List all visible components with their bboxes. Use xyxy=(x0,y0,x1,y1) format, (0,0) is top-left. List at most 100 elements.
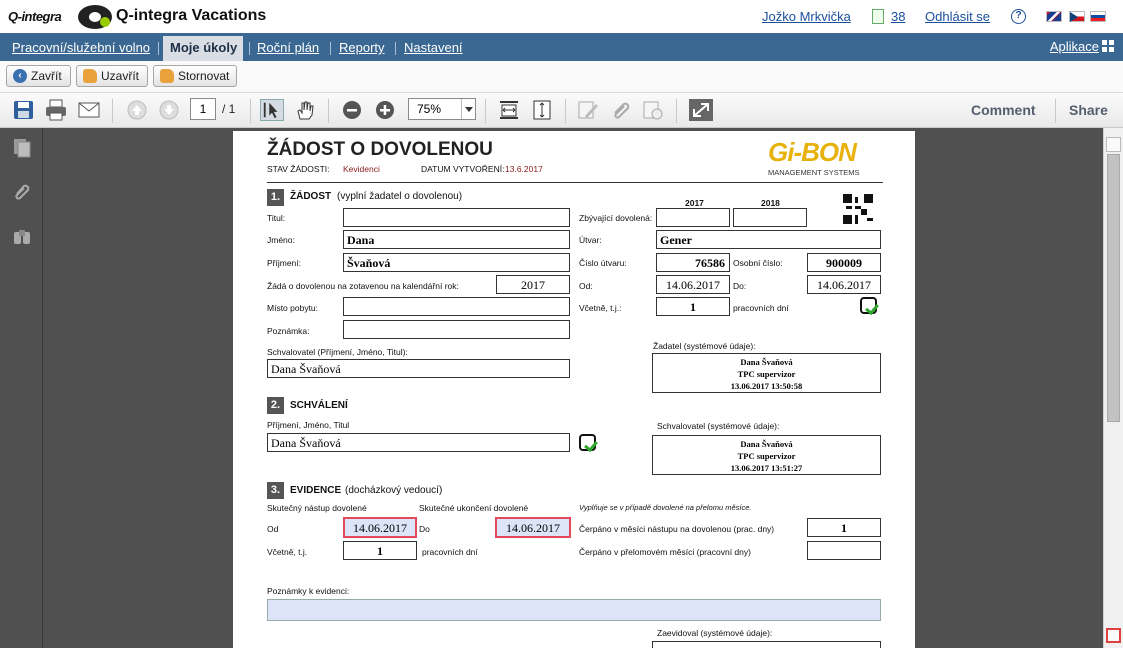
vertical-scrollbar[interactable] xyxy=(1103,128,1123,648)
lock-button[interactable]: Uzavřít xyxy=(76,65,148,87)
zaevidoval-info-box xyxy=(652,641,881,648)
sec2-field-label: Příjmení, Jméno, Titul xyxy=(267,420,350,430)
created-value: 13.6.2017 xyxy=(505,164,543,174)
rok-field[interactable]: 2017 xyxy=(496,275,570,294)
nav-item-reporty[interactable]: Reporty xyxy=(339,40,385,55)
zaevidoval-label: Zaevidoval (systémové údaje): xyxy=(657,628,773,638)
stamp-icon[interactable] xyxy=(641,99,665,121)
zoom-select[interactable]: 75% xyxy=(408,98,476,120)
year-2018: 2018 xyxy=(761,198,780,208)
zbyvajici-2017-field[interactable] xyxy=(656,208,730,227)
jmeno-field[interactable]: Dana xyxy=(343,230,570,249)
osobni-field[interactable]: 900009 xyxy=(807,253,881,272)
utvar-field[interactable]: Gener xyxy=(656,230,881,249)
page-number-input[interactable]: 1 xyxy=(190,98,216,120)
sign-icon[interactable] xyxy=(576,99,600,121)
hand-tool-icon[interactable] xyxy=(293,99,317,121)
poznamka-field[interactable] xyxy=(343,320,570,339)
save-icon[interactable] xyxy=(12,99,36,121)
flag-czech-icon[interactable] xyxy=(1069,11,1085,22)
tasks-icon[interactable] xyxy=(872,9,884,24)
fit-width-icon[interactable] xyxy=(497,99,521,121)
pdf-page: ŽÁDOST O DOVOLENOU STAV ŽÁDOSTI: Keviden… xyxy=(233,131,915,648)
chevron-down-icon xyxy=(461,99,475,119)
schvalovatel-timestamp: 13.06.2017 13:51:27 xyxy=(730,463,803,473)
ev-od-field[interactable]: 14.06.2017 xyxy=(343,517,417,538)
approval-checkbox[interactable] xyxy=(860,297,877,314)
utvar-label: Útvar: xyxy=(579,235,602,245)
ev-pracovnich-label: pracovních dní xyxy=(422,547,478,557)
zbyvajici-2018-field[interactable] xyxy=(733,208,807,227)
ev-od-label: Od xyxy=(267,524,279,534)
ev-vcetne-field[interactable]: 1 xyxy=(343,541,417,560)
od-field[interactable]: 14.06.2017 xyxy=(656,275,730,294)
pages-icon[interactable] xyxy=(12,138,32,158)
cislo-utvaru-label: Číslo útvaru: xyxy=(579,258,627,268)
fit-page-icon[interactable] xyxy=(530,99,554,121)
misto-field[interactable] xyxy=(343,297,570,316)
scroll-thumb[interactable] xyxy=(1107,154,1120,422)
page-up-icon[interactable] xyxy=(125,99,149,121)
flag-slovak-icon[interactable] xyxy=(1090,11,1106,22)
select-tool-icon[interactable] xyxy=(260,99,284,121)
prijmeni-field[interactable]: Švaňová xyxy=(343,253,570,272)
schvalovatel-label: Schvalovatel (Příjmení, Jméno, Titul): xyxy=(267,347,408,357)
vcetne-field[interactable]: 1 xyxy=(656,297,730,316)
ev-vcetne-label: Včetně, t.j. xyxy=(267,547,308,557)
zoom-out-icon[interactable] xyxy=(340,99,364,121)
brand-subtitle: MANAGEMENT SYSTEMS xyxy=(768,168,860,177)
comment-button[interactable]: Comment xyxy=(971,102,1036,118)
nav-item-volno[interactable]: Pracovní/služební volno xyxy=(12,40,150,55)
do-field[interactable]: 14.06.2017 xyxy=(807,275,881,294)
flag-english-icon[interactable] xyxy=(1046,11,1062,22)
nav-item-moje-ukoly[interactable]: Moje úkoly xyxy=(170,40,237,55)
cerpano2-label: Čerpáno v přelomovém měsíci (pracovní dn… xyxy=(579,547,751,557)
binoculars-icon[interactable] xyxy=(12,226,32,246)
schval-sys-label: Schvalovatel (systémové údaje): xyxy=(657,421,780,431)
page-down-icon[interactable] xyxy=(157,99,181,121)
schvalovatel-name: Dana Švaňová xyxy=(740,439,793,449)
logout-link[interactable]: Odhlásit se xyxy=(925,9,990,24)
scroll-down-icon[interactable] xyxy=(1106,628,1121,643)
prijmeni-label: Příjmení: xyxy=(267,258,302,268)
apps-grid-icon[interactable] xyxy=(1102,40,1115,53)
print-icon[interactable] xyxy=(44,99,68,121)
cerpano2-field[interactable] xyxy=(807,541,881,560)
zoom-in-icon[interactable] xyxy=(373,99,397,121)
attachment-icon[interactable] xyxy=(12,182,32,202)
jmeno-label: Jméno: xyxy=(267,235,295,245)
task-count-link[interactable]: 38 xyxy=(891,9,905,24)
lock-button-label: Uzavřít xyxy=(101,69,140,83)
close-button-label: Zavřít xyxy=(31,69,62,83)
share-button[interactable]: Share xyxy=(1069,102,1108,118)
user-link[interactable]: Jožko Mrkvička xyxy=(762,9,851,24)
state-value: Kevidenci xyxy=(343,164,380,174)
cislo-utvaru-field[interactable]: 76586 xyxy=(656,253,730,272)
nav-item-rocni-plan[interactable]: Roční plán xyxy=(257,40,319,55)
year-2017: 2017 xyxy=(685,198,704,208)
schvaleni-field[interactable]: Dana Švaňová xyxy=(267,433,570,452)
scroll-up-icon[interactable] xyxy=(1106,137,1121,152)
poznamky-field[interactable] xyxy=(267,599,881,621)
attach-tool-icon[interactable] xyxy=(609,99,633,121)
od-label: Od: xyxy=(579,281,593,291)
help-icon[interactable]: ? xyxy=(1011,9,1026,24)
osobni-label: Osobní číslo: xyxy=(733,258,783,268)
pdf-toolbar: 1 / 1 75% Comment Share xyxy=(0,93,1123,128)
nav-item-nastaveni[interactable]: Nastavení xyxy=(404,40,463,55)
pracovnich-label: pracovních dní xyxy=(733,303,789,313)
logo-text: Q-integra xyxy=(8,9,62,24)
apps-link[interactable]: Aplikace xyxy=(1050,39,1099,54)
zoom-value: 75% xyxy=(417,102,442,116)
cerpano1-field[interactable]: 1 xyxy=(807,518,881,537)
titul-label: Titul: xyxy=(267,213,286,223)
schvalovatel-field[interactable]: Dana Švaňová xyxy=(267,359,570,378)
zadatel-name: Dana Švaňová xyxy=(740,357,793,367)
email-icon[interactable] xyxy=(77,99,101,121)
cancel-button[interactable]: Stornovat xyxy=(153,65,237,87)
close-button[interactable]: ‹ Zavřít xyxy=(6,65,71,87)
ev-do-field[interactable]: 14.06.2017 xyxy=(495,517,571,538)
titul-field[interactable] xyxy=(343,208,570,227)
fullscreen-icon[interactable] xyxy=(689,99,713,121)
schvaleni-checkbox[interactable] xyxy=(579,434,596,451)
